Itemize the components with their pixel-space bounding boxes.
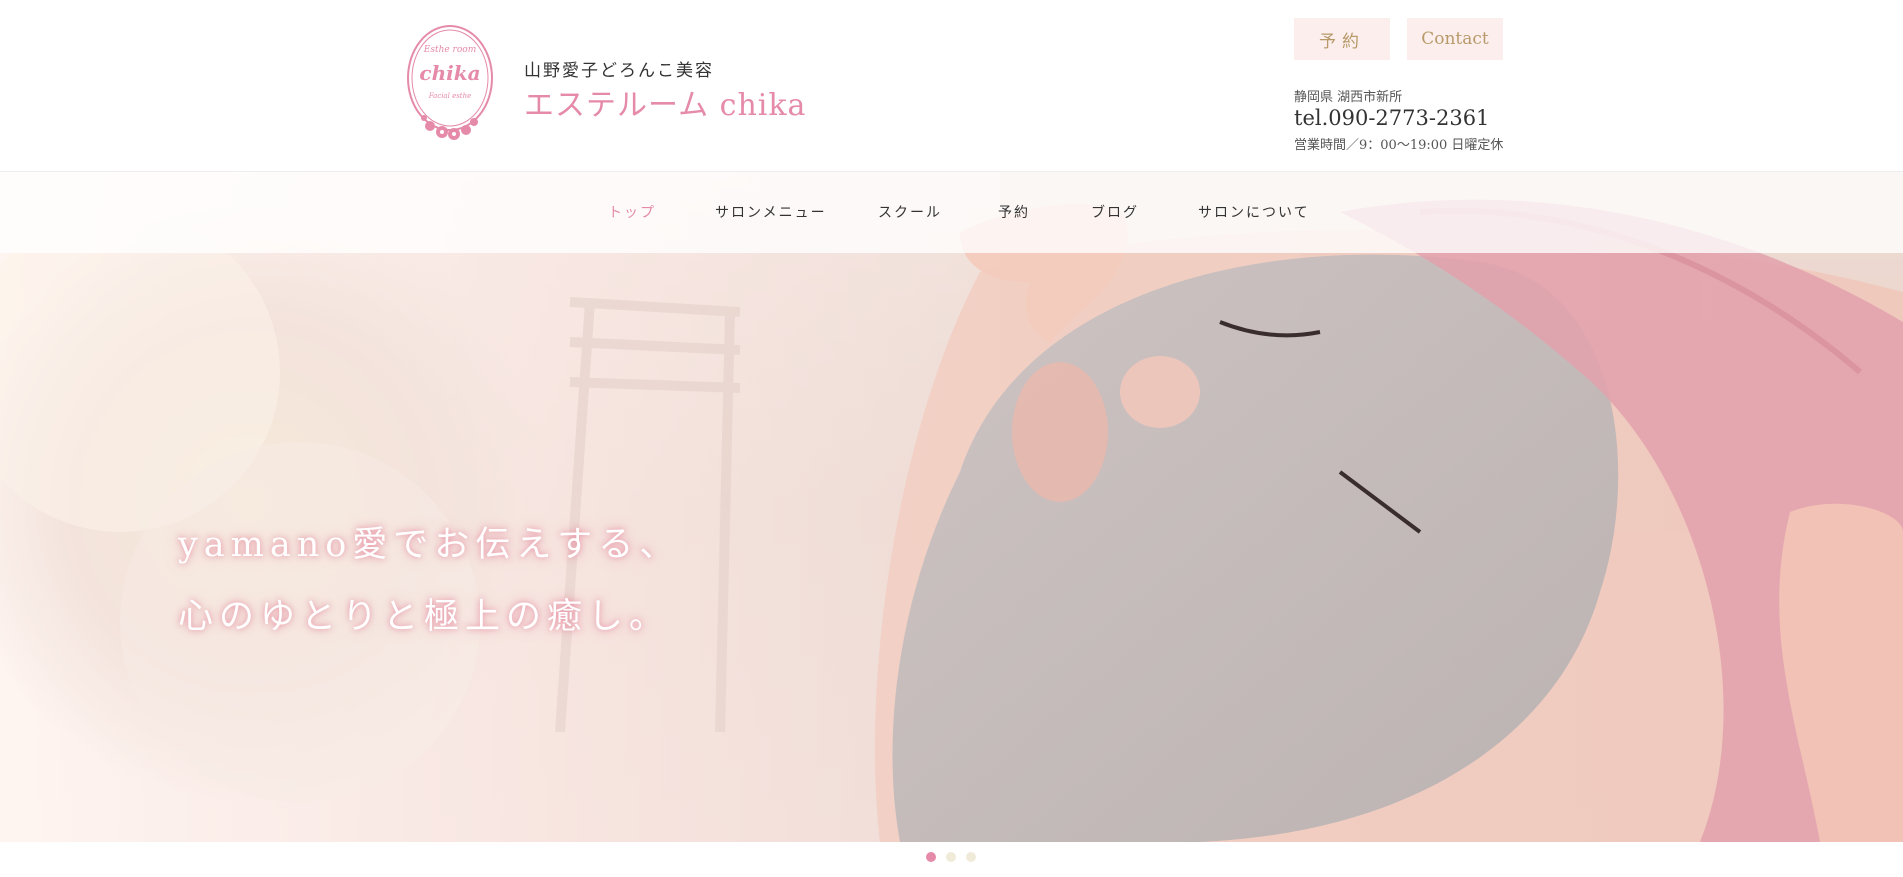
nav-item-salon-menu[interactable]: サロンメニュー bbox=[715, 202, 827, 222]
slider-dot-3[interactable] bbox=[966, 852, 976, 862]
svg-text:Facial esthe: Facial esthe bbox=[428, 92, 472, 100]
main-nav: トップ サロンメニュー スクール 予約 ブログ サロンについて bbox=[0, 172, 1903, 253]
slider-dot-2[interactable] bbox=[946, 852, 956, 862]
site-header: Esthe room chika Facial esthe 山野愛子どろんこ美容… bbox=[0, 0, 1903, 172]
nav-item-about[interactable]: サロンについて bbox=[1198, 202, 1310, 222]
reserve-button[interactable]: 予約 bbox=[1294, 18, 1390, 60]
business-hours: 営業時間／9：00〜19:00 日曜定休 bbox=[1294, 138, 1504, 153]
nav-item-top[interactable]: トップ bbox=[608, 202, 656, 222]
brand-subtitle: 山野愛子どろんこ美容 bbox=[524, 61, 714, 81]
hero-slider: トップ サロンメニュー スクール 予約 ブログ サロンについて yamano愛で… bbox=[0, 172, 1903, 842]
address-text: 静岡県 湖西市新所 bbox=[1294, 90, 1403, 105]
nav-item-school[interactable]: スクール bbox=[878, 202, 942, 222]
phone-number[interactable]: tel.090-2773-2361 bbox=[1294, 106, 1489, 130]
slider-dot-1[interactable] bbox=[926, 852, 936, 862]
hero-headline-line2: 心のゆとりと極上の癒し。 bbox=[178, 597, 671, 637]
svg-text:chika: chika bbox=[419, 61, 480, 85]
hero-image bbox=[0, 172, 1903, 842]
contact-button[interactable]: Contact bbox=[1407, 18, 1503, 60]
hero-headline-line1: yamano愛でお伝えする、 bbox=[178, 525, 681, 565]
nav-item-reservation[interactable]: 予約 bbox=[998, 202, 1030, 222]
slider-pagination bbox=[926, 852, 976, 862]
chika-logo-emblem[interactable]: Esthe room chika Facial esthe bbox=[404, 22, 496, 148]
brand-title[interactable]: エステルーム chika bbox=[524, 80, 806, 124]
nav-item-blog[interactable]: ブログ bbox=[1091, 202, 1139, 222]
svg-text:Esthe room: Esthe room bbox=[423, 45, 476, 55]
